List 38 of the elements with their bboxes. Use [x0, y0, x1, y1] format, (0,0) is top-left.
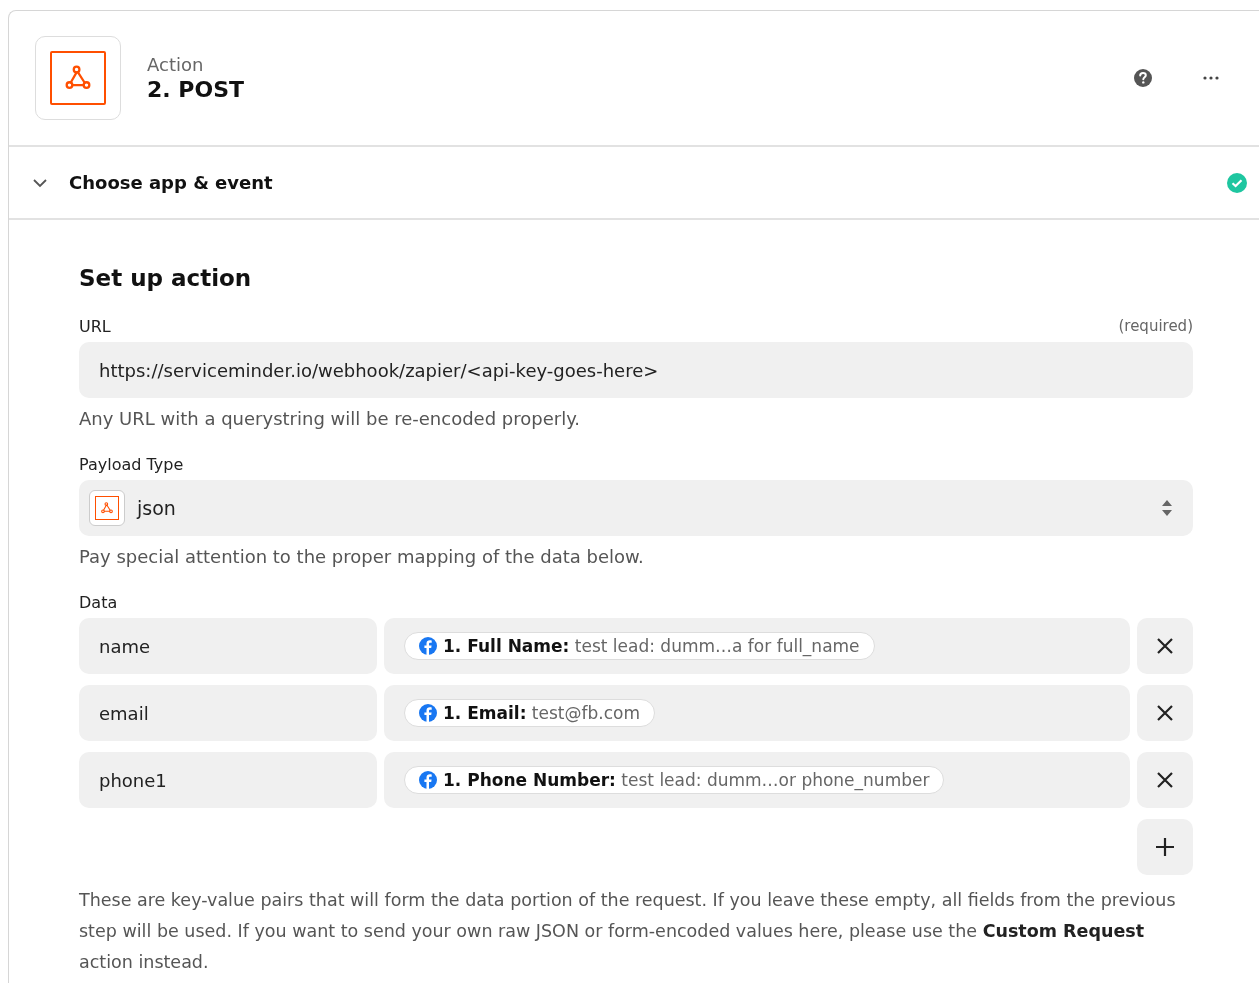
- close-icon: [1156, 637, 1174, 655]
- help-text: Pay special attention to the proper mapping of the data below.: [79, 546, 645, 567]
- field-label: URL: [79, 317, 111, 336]
- webhook-icon: [99, 500, 115, 516]
- section-header[interactable]: Choose app & event: [9, 147, 1259, 220]
- key-field[interactable]: email: [79, 685, 377, 741]
- value-field[interactable]: 1. Phone Number: test lead: dumm…or phone_number: [384, 752, 1130, 808]
- help-text: These are key-value pairs that will form the data portion of the request. If you leave these empty, all fields from the previous step will be used. If you want to send your own raw JSON or form-encoded values here, please use the Custom Request action instead.: [79, 889, 1177, 974]
- facebook-icon: [419, 637, 437, 655]
- step-kind: Action: [147, 54, 205, 75]
- help-icon[interactable]: [1133, 68, 1153, 88]
- value-field[interactable]: 1. Full Name: test lead: dumm…a for full_name: [384, 618, 1130, 674]
- step-title: 2. POST: [147, 77, 244, 102]
- mapped-field-chip[interactable]: 1. Email: test@fb.com: [404, 699, 655, 727]
- url-field[interactable]: https://serviceminder.io/webhook/zapier/<api-key-goes-here>: [79, 342, 1193, 398]
- add-button[interactable]: [1137, 819, 1193, 875]
- help-text: Any URL with a querystring will be re-encoded properly.: [79, 408, 581, 429]
- remove-button[interactable]: [1137, 752, 1193, 808]
- key-field[interactable]: name: [79, 618, 377, 674]
- section-title: Choose app & event: [69, 172, 273, 193]
- required-note: (required): [1118, 317, 1193, 336]
- field-label: Data: [79, 593, 118, 612]
- remove-button[interactable]: [1137, 685, 1193, 741]
- facebook-icon: [419, 704, 437, 722]
- close-icon: [1156, 771, 1174, 789]
- field-label: Payload Type: [79, 455, 184, 474]
- more-icon[interactable]: [1203, 76, 1219, 80]
- value-field[interactable]: 1. Email: test@fb.com: [384, 685, 1130, 741]
- mapped-field-chip[interactable]: 1. Full Name: test lead: dumm…a for full_name: [404, 632, 875, 660]
- facebook-icon: [419, 771, 437, 789]
- sort-arrows-icon: [1161, 498, 1173, 518]
- plus-icon: [1155, 837, 1175, 857]
- key-field[interactable]: phone1: [79, 752, 377, 808]
- setup-title: Set up action: [79, 265, 253, 291]
- close-icon: [1156, 704, 1174, 722]
- payload-type-select[interactable]: json: [79, 480, 1193, 536]
- remove-button[interactable]: [1137, 618, 1193, 674]
- mapped-field-chip[interactable]: 1. Phone Number: test lead: dumm…or phone_number: [404, 766, 945, 794]
